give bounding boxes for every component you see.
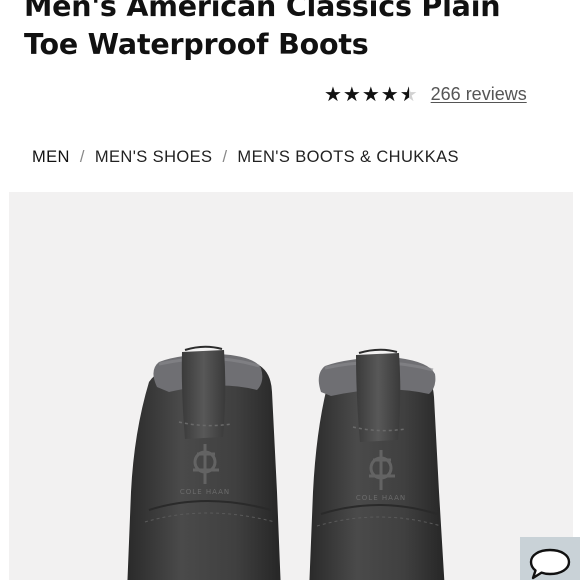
breadcrumb: MEN / MEN'S SHOES / MEN'S BOOTS & CHUKKA… (32, 148, 459, 167)
reviews-link[interactable]: 266 reviews (431, 84, 527, 105)
product-image[interactable]: COLE HAAN COLE HAAN (9, 192, 573, 580)
star-rating-icon: ★★★★★ ★★★★★ (324, 82, 419, 106)
left-boot: COLE HAAN (127, 345, 281, 580)
svg-text:COLE HAAN: COLE HAAN (356, 494, 406, 502)
breadcrumb-separator: / (79, 148, 85, 166)
product-page: Men's American Classics Plain Toe Waterp… (0, 0, 580, 580)
stars-filled: ★★★★★ (324, 82, 409, 106)
product-rating[interactable]: ★★★★★ ★★★★★ 266 reviews (324, 82, 527, 106)
boots-image: COLE HAAN COLE HAAN (127, 345, 445, 580)
right-boot: COLE HAAN (309, 348, 445, 580)
breadcrumb-item-mens-shoes[interactable]: MEN'S SHOES (95, 148, 213, 167)
svg-text:COLE HAAN: COLE HAAN (180, 488, 230, 496)
breadcrumb-separator: / (222, 148, 228, 166)
breadcrumb-item-men[interactable]: MEN (32, 148, 70, 167)
chat-bubble-icon (529, 548, 571, 580)
product-title: Men's American Classics Plain Toe Waterp… (24, 0, 501, 61)
chat-button[interactable] (520, 537, 580, 580)
breadcrumb-item-mens-boots-chukkas[interactable]: MEN'S BOOTS & CHUKKAS (237, 148, 459, 167)
